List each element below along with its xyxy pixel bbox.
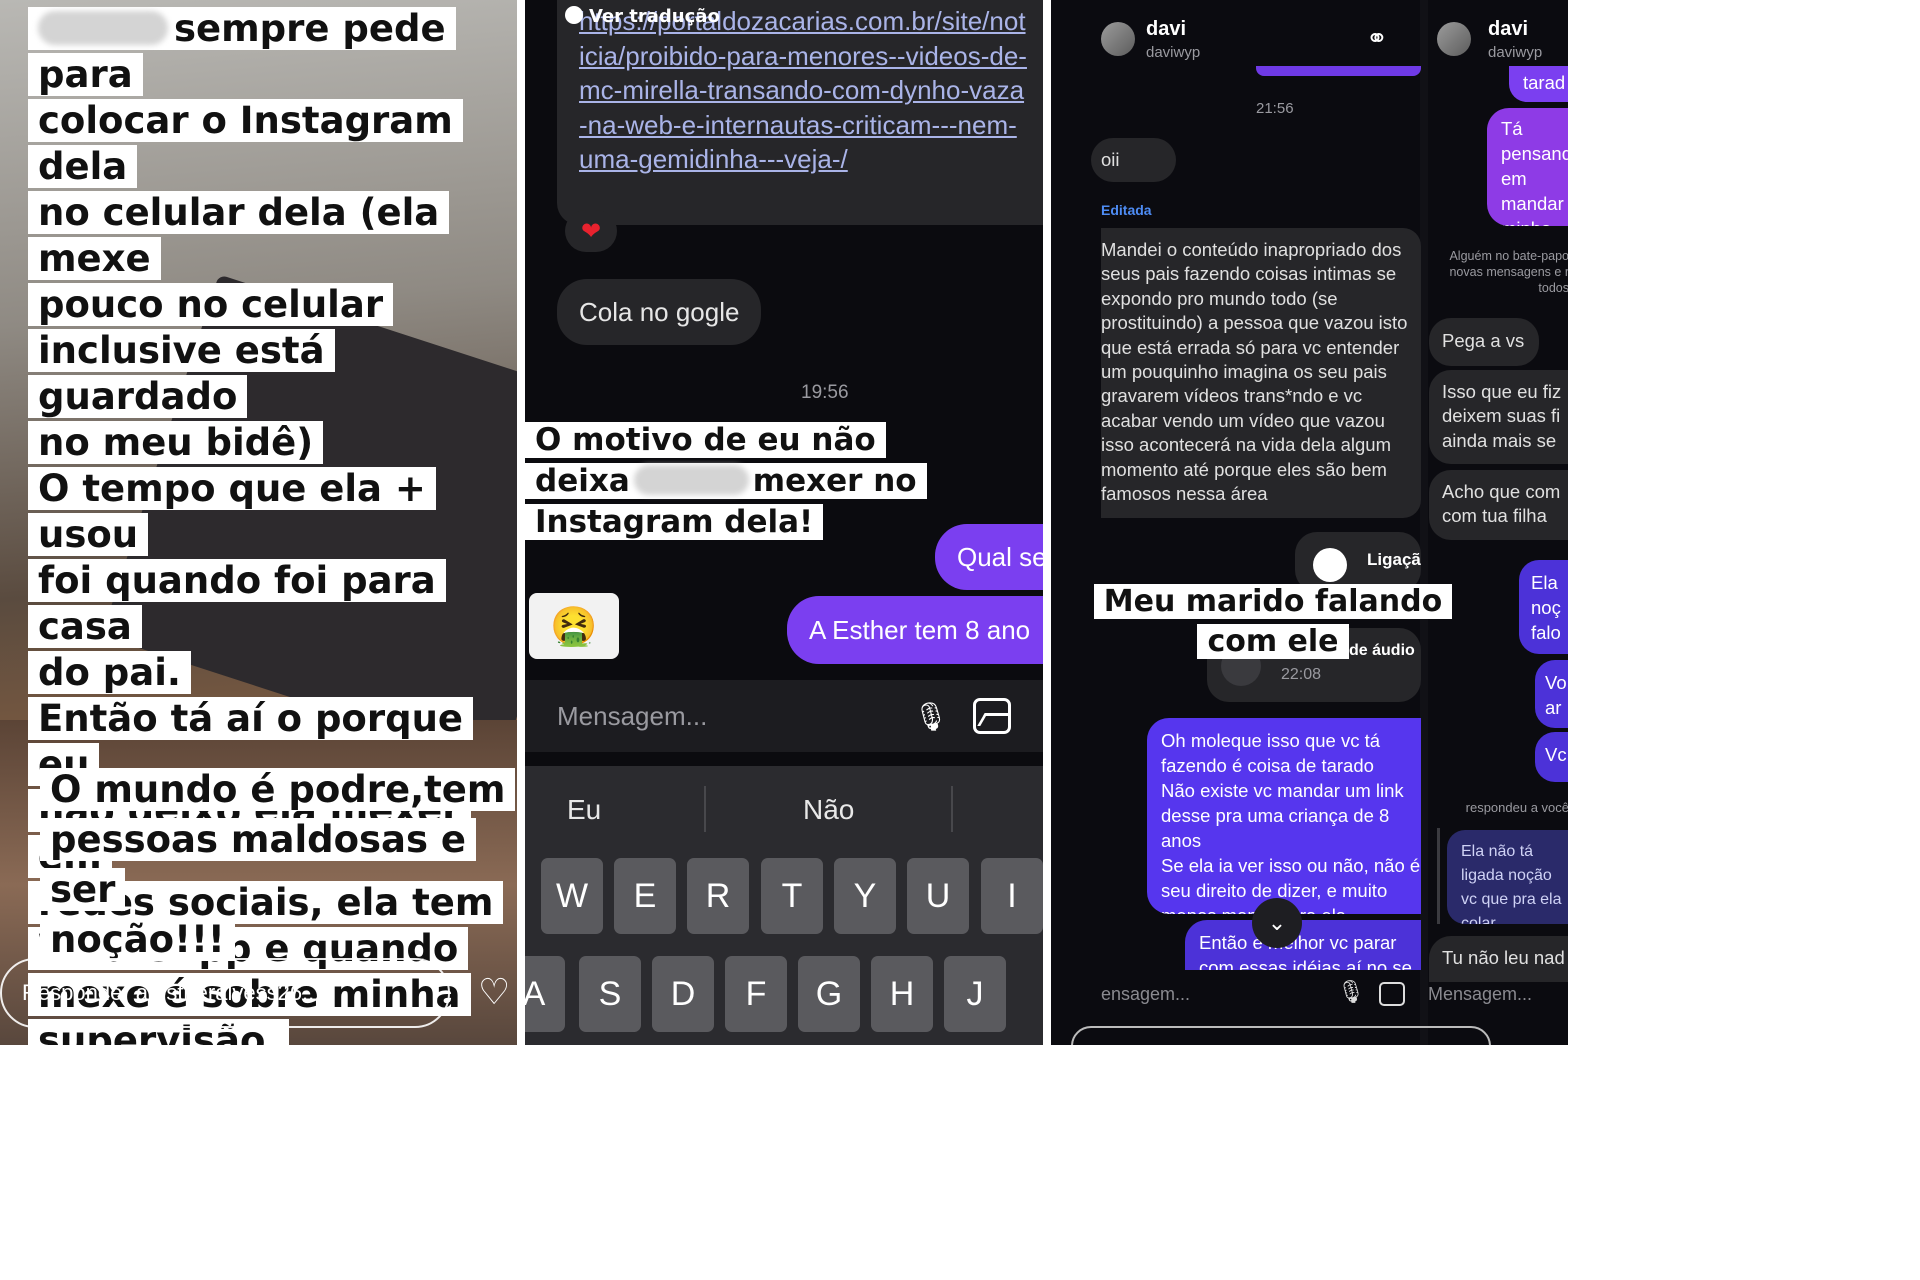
link-text[interactable]: https://portaldozacarias.com.br/site/not… bbox=[579, 6, 1027, 174]
key-h[interactable]: H bbox=[871, 956, 933, 1032]
heart-icon[interactable]: ♡ bbox=[478, 975, 510, 1011]
replied-label: respondeu a você bbox=[1465, 800, 1568, 815]
chat-panel-3: davi daviwyp ⚭ 21:56 oii Editada Mandei … bbox=[1051, 0, 1568, 1045]
user-handle: daviwyp bbox=[1146, 44, 1201, 61]
heart-reaction: ❤ bbox=[565, 210, 617, 252]
chat-panel-2: https://portaldozacarias.com.br/site/not… bbox=[525, 0, 1043, 1045]
message-input-left[interactable]: ensagem... bbox=[1101, 984, 1190, 1005]
outgoing-message[interactable]: tarad bbox=[1509, 66, 1568, 102]
message-input-right[interactable]: Mensagem... bbox=[1428, 984, 1532, 1005]
reply-bar-edge bbox=[1071, 1026, 1491, 1045]
key-t[interactable]: T bbox=[761, 858, 823, 934]
message-input[interactable]: Mensagem... 🎙 bbox=[525, 680, 1043, 752]
story-text-2: O mundo é podre,tem pessoas maldosas e s… bbox=[40, 765, 517, 965]
key-y[interactable]: Y bbox=[834, 858, 896, 934]
blurred-name bbox=[633, 465, 749, 495]
incoming-message[interactable]: Tu não leu nad bbox=[1429, 936, 1568, 982]
key-a[interactable]: A bbox=[525, 956, 565, 1032]
message-timestamp: 19:56 bbox=[801, 382, 849, 403]
chevron-down-icon[interactable]: ⌄ bbox=[1252, 898, 1302, 948]
story-overlay-text: Meu marido falando com ele bbox=[1067, 582, 1479, 662]
suggestion-eu[interactable]: Eu bbox=[567, 794, 601, 826]
key-r[interactable]: R bbox=[687, 858, 749, 934]
key-f[interactable]: F bbox=[725, 956, 787, 1032]
previous-outgoing-bubble bbox=[1256, 66, 1421, 76]
username[interactable]: davi bbox=[1146, 18, 1186, 41]
long-message[interactable]: Mandei o conteúdo inapropriado dos seus … bbox=[1101, 228, 1421, 518]
link-icon[interactable]: ⚭ bbox=[1366, 24, 1388, 54]
system-note: Alguém no bate-papo novas mensagens e r … bbox=[1449, 249, 1568, 295]
key-i[interactable]: I bbox=[981, 858, 1043, 934]
story-reply-input[interactable]: Responder a estheralvess26... bbox=[0, 958, 450, 1028]
key-e[interactable]: E bbox=[614, 858, 676, 934]
incoming-message[interactable]: Acho que com com tua filha bbox=[1429, 470, 1568, 540]
username[interactable]: davi bbox=[1488, 18, 1528, 41]
story-panel-1: sempre pede para colocar o Instagram del… bbox=[0, 0, 517, 1045]
key-w[interactable]: W bbox=[541, 858, 603, 934]
key-s[interactable]: S bbox=[579, 956, 641, 1032]
outgoing-message[interactable]: Ela noç falo bbox=[1519, 560, 1568, 654]
phone-icon bbox=[1313, 548, 1347, 582]
message-oii[interactable]: oii bbox=[1091, 138, 1176, 182]
incoming-message[interactable]: Isso que eu fiz deixem suas fi ainda mai… bbox=[1429, 370, 1568, 464]
outgoing-message[interactable]: Tá pensando em mandar minha filha sem no… bbox=[1487, 108, 1568, 226]
replied-message[interactable]: Ela não tá ligada noção vc que pra ela c… bbox=[1447, 830, 1568, 924]
story-overlay-text: O motivo de eu não deixa mexer no Instagr… bbox=[525, 420, 945, 543]
blurred-name bbox=[38, 11, 168, 45]
edited-label: Editada bbox=[1101, 202, 1152, 218]
link-message[interactable]: https://portaldozacarias.com.br/site/not… bbox=[557, 0, 1043, 225]
suggestion-nao[interactable]: Não bbox=[803, 794, 854, 826]
key-u[interactable]: U bbox=[907, 858, 969, 934]
user-handle: daviwyp bbox=[1488, 44, 1543, 61]
outgoing-message-partial[interactable]: Então é melhor vc parar com essas idéias… bbox=[1185, 920, 1421, 970]
key-j[interactable]: J bbox=[944, 956, 1006, 1032]
vomit-emoji-sticker: 🤮 bbox=[529, 593, 619, 659]
outgoing-message-1[interactable]: Qual se bbox=[935, 524, 1043, 590]
avatar[interactable] bbox=[1101, 22, 1135, 56]
outgoing-long-message[interactable]: Oh moleque isso que vc tá fazendo é cois… bbox=[1147, 718, 1421, 914]
avatar[interactable] bbox=[1437, 22, 1471, 56]
outgoing-message[interactable]: Vc bbox=[1535, 732, 1568, 782]
key-g[interactable]: G bbox=[798, 956, 860, 1032]
outgoing-message[interactable]: Vo ar bbox=[1535, 660, 1568, 728]
gallery-icon[interactable] bbox=[1379, 982, 1405, 1006]
see-translation-link[interactable]: Ver tradução bbox=[565, 6, 720, 27]
message-pega-a-vs[interactable]: Pega a vs bbox=[1429, 318, 1539, 366]
microphone-icon[interactable]: 🎙 bbox=[1337, 980, 1365, 1005]
outgoing-message-2[interactable]: A Esther tem 8 ano bbox=[787, 596, 1043, 664]
timestamp: 21:56 bbox=[1256, 100, 1294, 117]
message-cola-no-gogle[interactable]: Cola no gogle bbox=[557, 279, 762, 345]
gallery-icon[interactable] bbox=[973, 698, 1011, 734]
key-d[interactable]: D bbox=[652, 956, 714, 1032]
keyboard: Eu Não W E R T Y U I A S D F G H J bbox=[525, 766, 1043, 1045]
microphone-icon[interactable]: 🎙 bbox=[913, 700, 949, 733]
